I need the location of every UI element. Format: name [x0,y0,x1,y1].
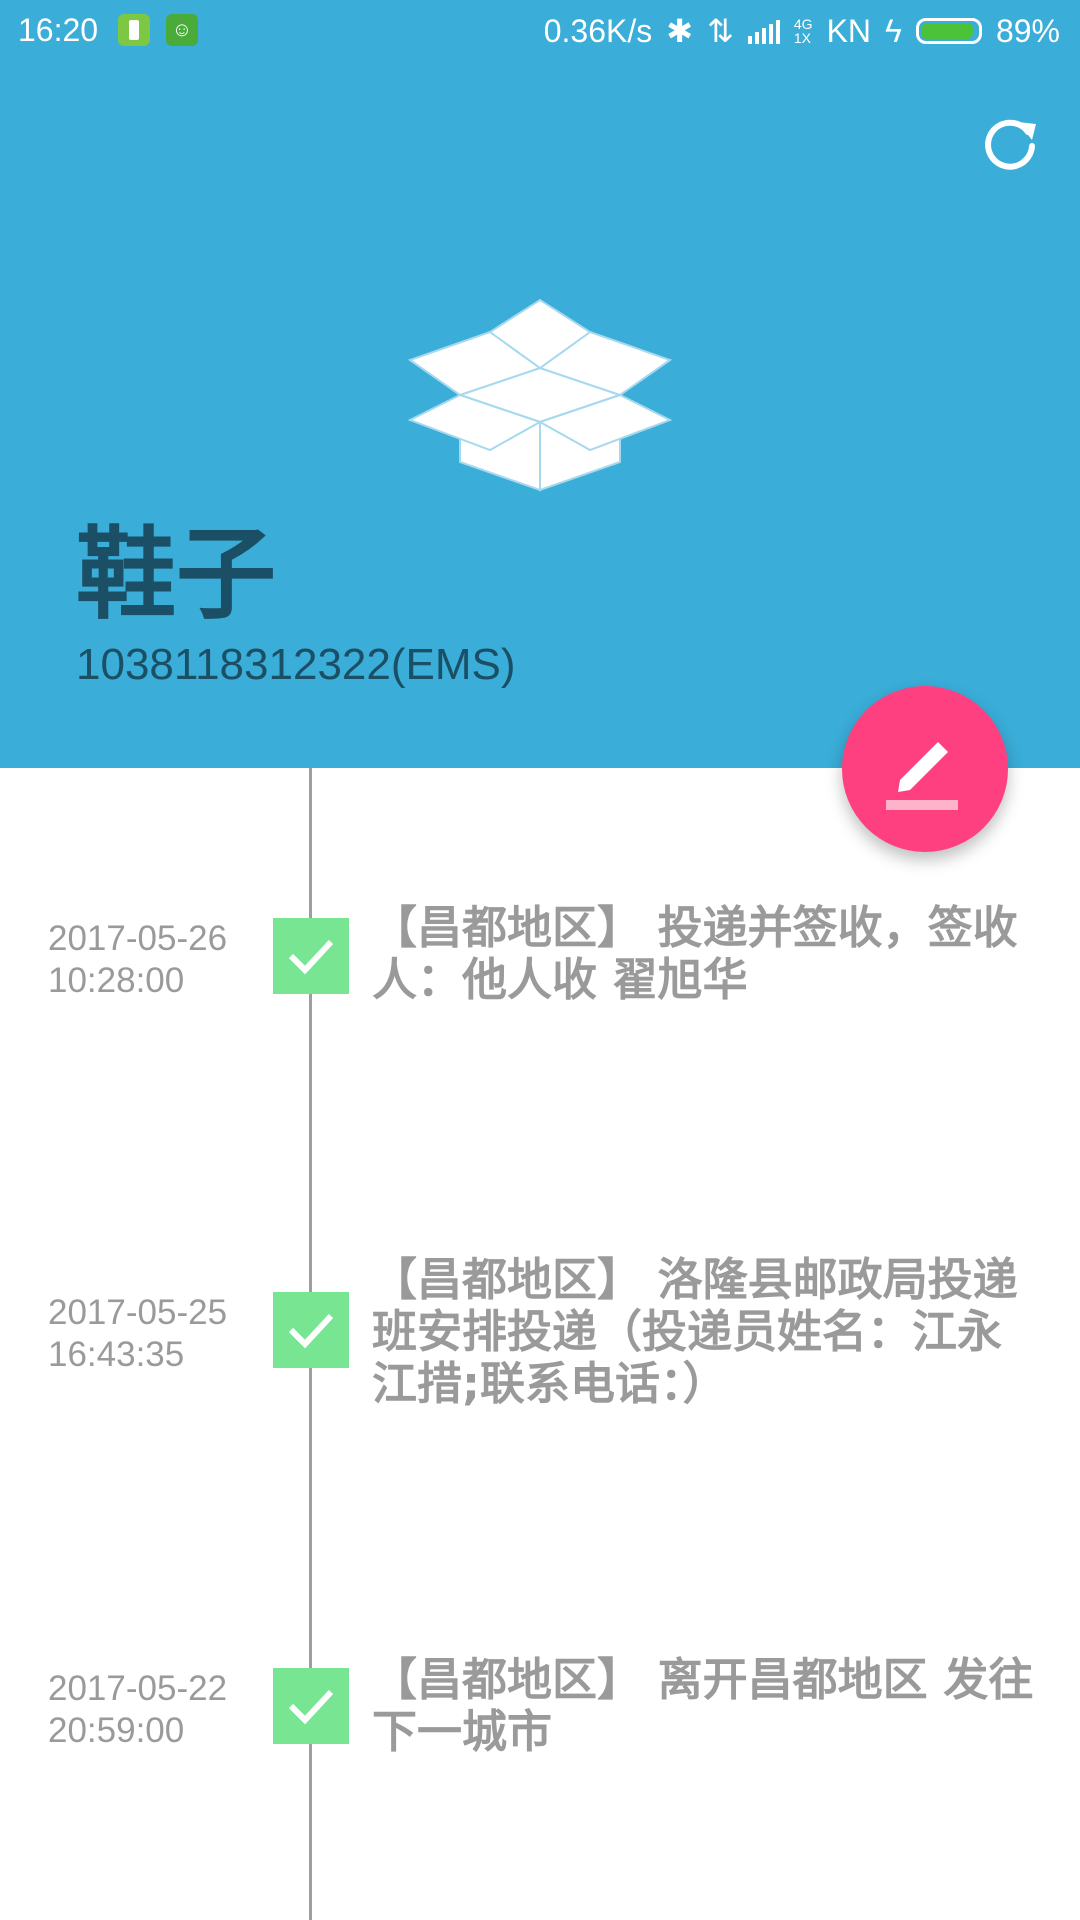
check-icon [273,1292,349,1368]
battery-percent: 89% [995,12,1060,49]
status-bar: 16:20 ☺ 0.36K/s ✱ ⇅ 4G 1X KN ϟ 89% [0,0,1080,60]
event-date: 2017-05-26 [48,919,228,958]
network-type: 4G 1X [793,16,813,46]
signal-icon [747,18,780,44]
event-description: 【昌都地区】 投递并签收，签收人：他人收 翟旭华 [372,901,1018,1006]
check-icon [273,1668,349,1744]
event-description: 【昌都地区】 洛隆县邮政局投递班安排投递（投递员姓名：江永江措;联系电话：） [372,1253,1018,1410]
charging-icon: ϟ [885,12,902,49]
event-date: 2017-05-25 [48,1293,228,1332]
event-time: 20:59:00 [48,1711,185,1750]
check-icon [273,918,349,994]
tracking-number: 1038118312322(EMS) [76,640,516,689]
carrier-label: KN [826,12,872,49]
event-datetime: 2017-05-25 16:43:35 [48,1292,227,1376]
network-speed: 0.36K/s [543,12,653,49]
package-title: 鞋子 [76,516,276,633]
header: 16:20 ☺ 0.36K/s ✱ ⇅ 4G 1X KN ϟ 89% 鞋子 10… [0,0,1080,768]
edit-button[interactable] [842,686,1008,852]
edit-pencil-icon [886,742,958,810]
event-time: 10:28:00 [48,961,185,1000]
event-time: 16:43:35 [48,1335,185,1374]
data-arrows-icon: ⇅ [707,13,734,49]
battery-icon [915,18,982,44]
status-right: 0.36K/s ✱ ⇅ 4G 1X KN ϟ 89% [544,12,1060,50]
android-app-icon: ☺ [166,14,198,46]
event-datetime: 2017-05-26 10:28:00 [48,918,227,1002]
bluetooth-icon: ✱ [666,13,694,49]
battery-app-icon [118,14,150,46]
refresh-icon[interactable] [978,112,1042,176]
status-time: 16:20 [18,12,99,48]
package-box-icon [400,290,680,500]
event-description: 【昌都地区】 离开昌都地区 发往下一城市 [372,1653,1034,1758]
event-date: 2017-05-22 [48,1669,228,1708]
event-datetime: 2017-05-22 20:59:00 [48,1668,227,1752]
